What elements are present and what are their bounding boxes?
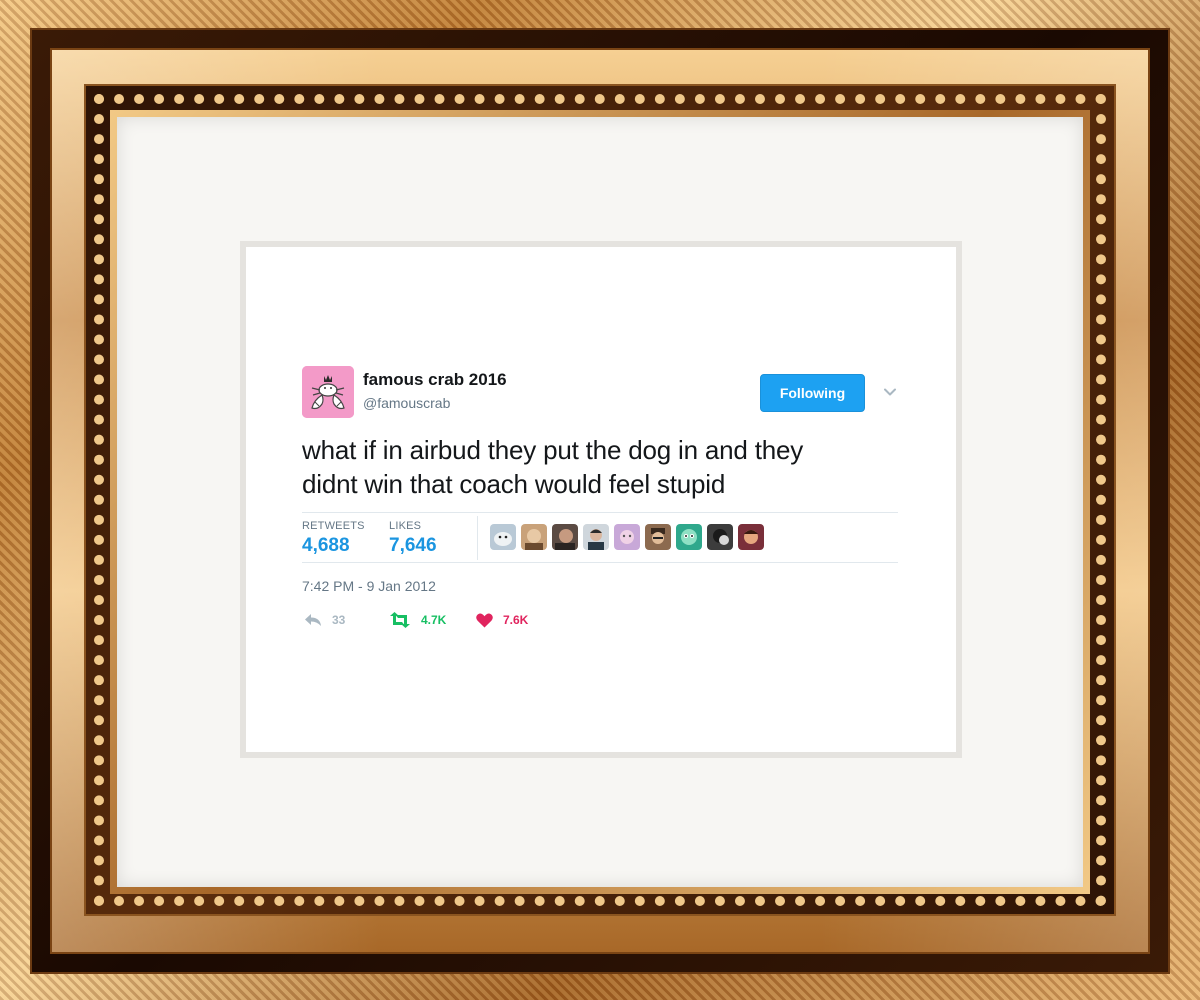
retweet-icon (390, 612, 410, 628)
like-count: 7.6K (503, 613, 529, 627)
tweet-text: what if in airbud they put the dog in an… (302, 433, 892, 501)
tweet-timestamp[interactable]: 7:42 PM - 9 Jan 2012 (302, 578, 436, 594)
liker-avatar[interactable] (583, 524, 609, 550)
liker-avatar[interactable] (521, 524, 547, 550)
tweet-text-line: what if in airbud they put the dog in an… (302, 435, 804, 465)
divider (302, 512, 898, 513)
retweet-count: 4.7K (421, 613, 447, 627)
retweets-label[interactable]: RETWEETS (302, 520, 365, 532)
retweet-button[interactable]: 4.7K (389, 610, 446, 630)
reply-icon (305, 614, 321, 626)
likes-count[interactable]: 7,646 (389, 535, 437, 557)
divider (302, 562, 898, 563)
heart-icon (476, 613, 493, 627)
divider (477, 516, 478, 560)
reply-button[interactable]: 33 (304, 610, 345, 630)
crab-icon (302, 366, 354, 418)
reply-count: 33 (332, 613, 346, 627)
liker-avatar[interactable] (676, 524, 702, 550)
avatar[interactable] (302, 366, 354, 418)
tweet-text-line: didnt win that coach would feel stupid (302, 469, 726, 499)
liker-avatar[interactable] (645, 524, 671, 550)
liker-avatar[interactable] (707, 524, 733, 550)
liker-avatar[interactable] (614, 524, 640, 550)
framed-tweet-picture: famous crab 2016 @famouscrab Following w… (0, 0, 1200, 1000)
user-handle[interactable]: @famouscrab (363, 395, 450, 411)
likes-label[interactable]: LIKES (389, 520, 421, 532)
following-button[interactable]: Following (760, 374, 865, 412)
chevron-down-icon[interactable] (882, 384, 898, 400)
like-button[interactable]: 7.6K (476, 610, 528, 630)
liker-avatar[interactable] (738, 524, 764, 550)
display-name[interactable]: famous crab 2016 (363, 370, 507, 390)
liker-avatar[interactable] (490, 524, 516, 550)
retweets-count[interactable]: 4,688 (302, 535, 350, 557)
liker-avatar[interactable] (552, 524, 578, 550)
